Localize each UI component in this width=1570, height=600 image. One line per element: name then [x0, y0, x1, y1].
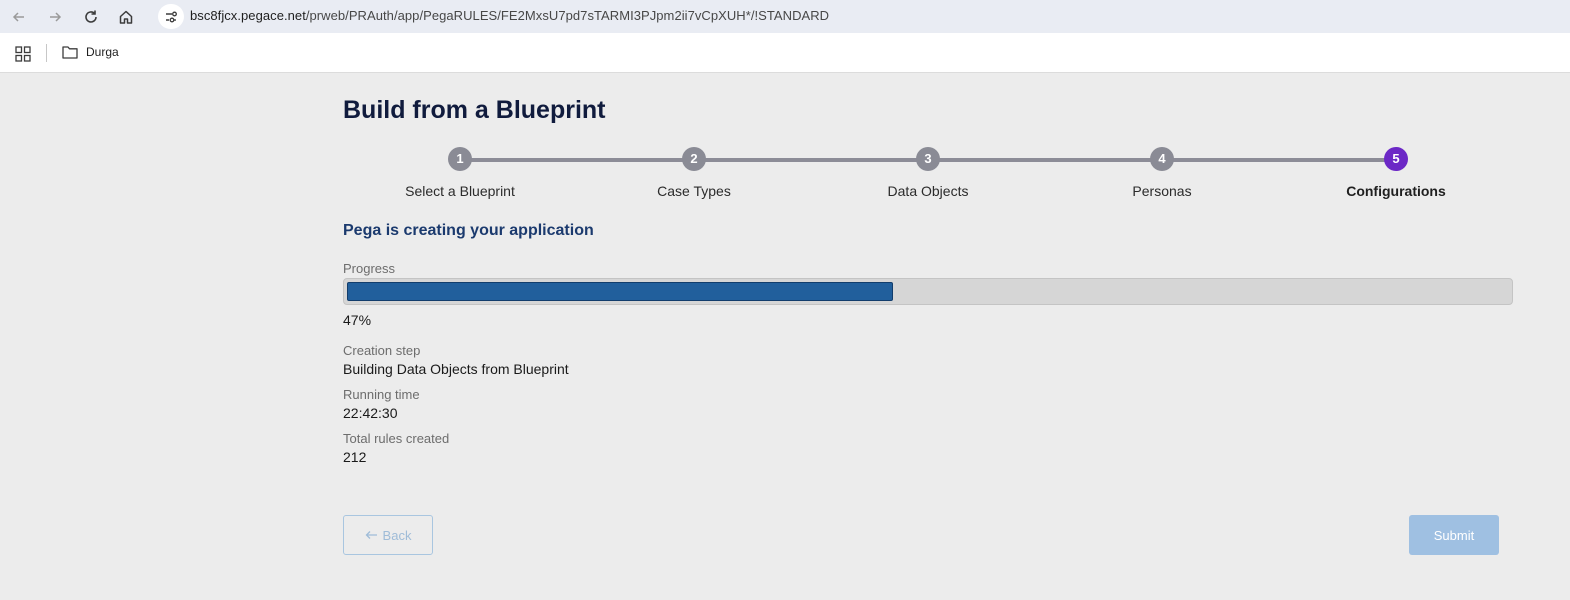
submit-button[interactable]: Submit: [1409, 515, 1499, 555]
step-personas: 4 Personas: [1045, 146, 1279, 199]
step-configurations: 5 Configurations: [1279, 146, 1513, 199]
step-label: Personas: [1132, 183, 1192, 199]
step-number: 4: [1150, 147, 1174, 171]
progress-bar: [343, 278, 1513, 305]
back-nav-button[interactable]: [6, 4, 32, 30]
step-number: 1: [448, 147, 472, 171]
running-time-label: Running time: [343, 387, 420, 402]
left-arrow-icon: [365, 531, 377, 539]
progress-percent: 47%: [343, 312, 372, 328]
step-case-types: 2 Case Types: [577, 146, 811, 199]
creation-step-label: Creation step: [343, 343, 421, 358]
total-rules-label: Total rules created: [343, 431, 450, 446]
site-info-button[interactable]: [158, 4, 184, 29]
progress-bar-fill: [347, 282, 893, 301]
forward-nav-button[interactable]: [42, 4, 68, 30]
home-icon: [119, 10, 133, 24]
total-rules-value: 212: [343, 449, 367, 465]
url-path: /prweb/PRAuth/app/PegaRULES/FE2MxsU7pd7s…: [305, 8, 830, 23]
bookmark-folder-label: Durga: [86, 45, 119, 59]
step-label: Select a Blueprint: [405, 183, 515, 199]
reload-icon: [85, 10, 97, 23]
step-label: Data Objects: [887, 183, 969, 199]
bookmarks-bar: Durga: [0, 33, 1570, 73]
back-arrow-icon: [12, 12, 24, 22]
url-host: bsc8fjcx.pegace.net: [190, 8, 306, 23]
step-number-active: 5: [1384, 147, 1408, 171]
folder-icon: [62, 46, 78, 59]
step-select-blueprint: 1 Select a Blueprint: [343, 146, 577, 199]
reload-button[interactable]: [78, 4, 104, 30]
wizard-stepper: 1 Select a Blueprint 2 Case Types 3 Data…: [343, 146, 1513, 206]
creation-step-value: Building Data Objects from Blueprint: [343, 361, 569, 377]
apps-grid-icon[interactable]: [15, 46, 31, 62]
progress-label: Progress: [343, 261, 396, 276]
back-button[interactable]: Back: [343, 515, 433, 555]
url-text[interactable]: bsc8fjcx.pegace.net/prweb/PRAuth/app/Peg…: [190, 8, 829, 23]
site-info-icon: [166, 11, 177, 22]
step-number: 3: [916, 147, 940, 171]
step-number: 2: [682, 147, 706, 171]
page-title: Build from a Blueprint: [343, 96, 606, 124]
back-button-label: Back: [382, 527, 412, 543]
step-label-active: Configurations: [1346, 183, 1446, 199]
status-heading: Pega is creating your application: [343, 222, 594, 239]
running-time-value: 22:42:30: [343, 405, 398, 421]
browser-address-bar: bsc8fjcx.pegace.net/prweb/PRAuth/app/Peg…: [0, 0, 1570, 33]
bookmark-separator: [46, 44, 47, 62]
forward-arrow-icon: [50, 12, 62, 22]
step-label: Case Types: [657, 183, 731, 199]
step-data-objects: 3 Data Objects: [811, 146, 1045, 199]
home-button[interactable]: [113, 4, 139, 30]
bookmark-folder-durga[interactable]: Durga: [62, 45, 119, 59]
